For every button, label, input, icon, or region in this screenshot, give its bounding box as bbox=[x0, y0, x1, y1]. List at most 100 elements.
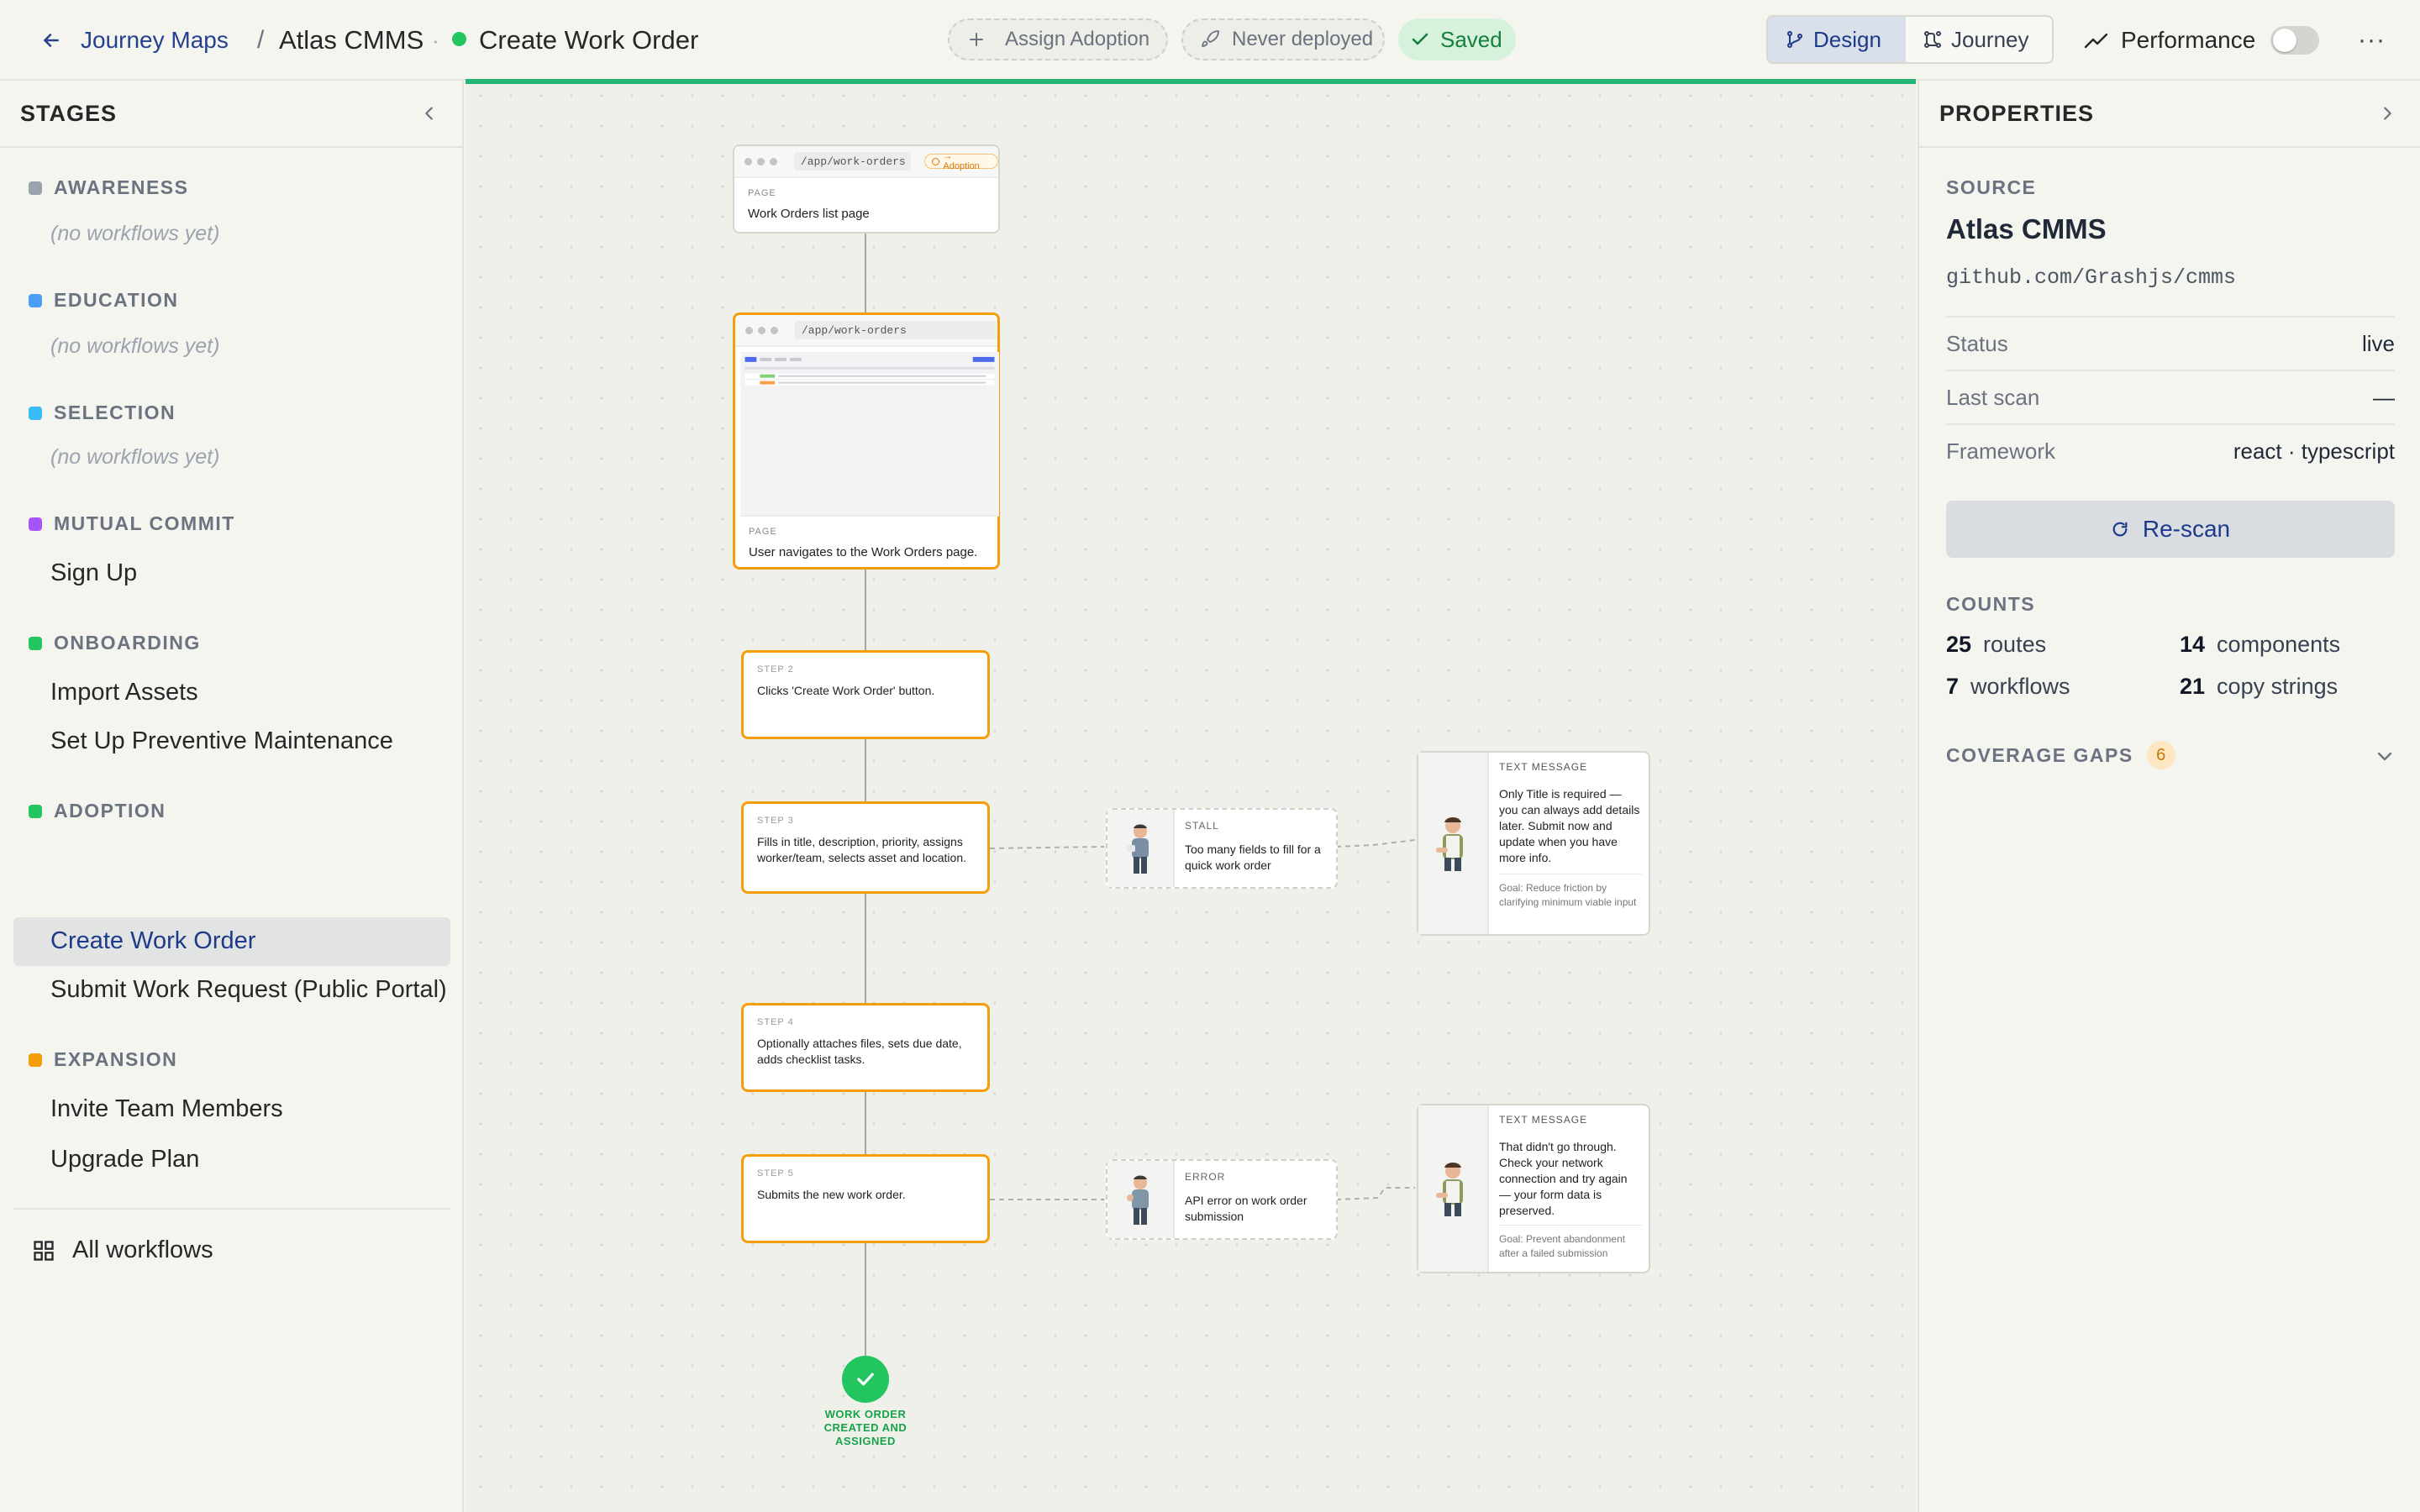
chevron-left-icon[interactable] bbox=[420, 104, 439, 123]
journey-icon bbox=[1924, 31, 1941, 48]
page-node[interactable]: /app/work-orders → Adoption PAGE Work Or… bbox=[733, 144, 1000, 234]
top-bar: Journey Maps / Atlas CMMS · Create Work … bbox=[0, 0, 2420, 81]
step-node[interactable]: STEP 4 Optionally attaches files, sets d… bbox=[741, 1003, 990, 1092]
count-value: 14 bbox=[2180, 632, 2206, 657]
workflow-create-work-order[interactable]: Create Work Order bbox=[50, 927, 255, 955]
page-node-selected[interactable]: /app/work-orders PAGE User navigates to … bbox=[733, 312, 1000, 570]
step-text: Submits the new work order. bbox=[757, 1188, 906, 1201]
tab-design[interactable]: Design bbox=[1768, 17, 1906, 62]
event-text: API error on work order submission bbox=[1185, 1194, 1307, 1223]
stall-event-node[interactable]: STALL Too many fields to fill for a quic… bbox=[1106, 808, 1338, 889]
saved-badge: Saved bbox=[1398, 18, 1516, 60]
text-message-node[interactable]: TEXT MESSAGE Only Title is required — yo… bbox=[1417, 751, 1650, 936]
chevron-right-icon[interactable] bbox=[2378, 104, 2396, 123]
performance-toggle-label: Performance bbox=[2084, 22, 2255, 59]
tab-design-label: Design bbox=[1813, 26, 1881, 52]
plus-icon bbox=[970, 33, 983, 46]
chevron-down-icon[interactable] bbox=[2375, 746, 2395, 766]
source-name: Atlas CMMS bbox=[1946, 213, 2107, 244]
window-dot-icon bbox=[744, 157, 752, 165]
page-url: /app/work-orders bbox=[795, 321, 997, 339]
stage-onboarding: ONBOARDING bbox=[29, 632, 201, 654]
stage-label: EDUCATION bbox=[54, 289, 179, 311]
breadcrumb-app-name[interactable]: Atlas CMMS bbox=[279, 22, 424, 59]
all-workflows-label: All workflows bbox=[72, 1236, 213, 1263]
property-row-status: Status live bbox=[1946, 316, 2395, 370]
person-avatar bbox=[1107, 810, 1175, 887]
back-link-label: Journey Maps bbox=[81, 27, 229, 53]
back-to-journey-maps-link[interactable]: Journey Maps bbox=[40, 22, 229, 59]
counts-heading: COUNTS bbox=[1946, 593, 2036, 615]
tab-journey[interactable]: Journey bbox=[1906, 17, 2046, 62]
step-label: STEP 2 bbox=[757, 664, 794, 675]
coverage-gaps-count: 6 bbox=[2146, 741, 2175, 769]
check-icon bbox=[857, 1373, 874, 1386]
flow-connectors bbox=[865, 234, 1416, 1356]
text-message-node[interactable]: TEXT MESSAGE That didn't go through. Che… bbox=[1417, 1104, 1650, 1273]
message-type-label: TEXT MESSAGE bbox=[1499, 761, 1588, 773]
end-node[interactable] bbox=[842, 1356, 889, 1403]
more-options-button[interactable]: ··· bbox=[2358, 22, 2386, 59]
breadcrumb-dot-separator: · bbox=[432, 27, 439, 53]
coverage-gaps-toggle[interactable]: COVERAGE GAPS 6 bbox=[1946, 741, 2175, 769]
source-url[interactable]: github.com/Grashjs/cmms bbox=[1946, 265, 2236, 290]
coverage-gaps-label: COVERAGE GAPS bbox=[1946, 743, 2133, 766]
view-mode-switch: Design Journey bbox=[1766, 15, 2054, 64]
confused-person-icon bbox=[1127, 824, 1149, 874]
event-text: Too many fields to fill for a quick work… bbox=[1185, 843, 1321, 872]
stage-label: MUTUAL COMMIT bbox=[54, 512, 235, 534]
journey-canvas[interactable]: /app/work-orders → Adoption PAGE Work Or… bbox=[466, 81, 1916, 1512]
node-text: Work Orders list page bbox=[748, 207, 870, 221]
count-value: 25 bbox=[1946, 632, 1972, 657]
step-node[interactable]: STEP 2 Clicks 'Create Work Order' button… bbox=[741, 650, 990, 739]
workflow-set-up-preventive-maintenance[interactable]: Set Up Preventive Maintenance bbox=[50, 727, 393, 755]
node-type-label: PAGE bbox=[748, 188, 776, 198]
message-text: That didn't go through. Check your netwo… bbox=[1499, 1140, 1628, 1217]
stage-color-dot bbox=[29, 517, 42, 531]
step-node[interactable]: STEP 5 Submits the new work order. bbox=[741, 1154, 990, 1243]
node-text: User navigates to the Work Orders page. bbox=[749, 545, 978, 559]
deploy-status-button[interactable]: Never deployed bbox=[1181, 18, 1385, 60]
event-type-label: ERROR bbox=[1185, 1171, 1226, 1183]
workflow-upgrade-plan[interactable]: Upgrade Plan bbox=[50, 1146, 199, 1173]
grid-icon bbox=[34, 1240, 54, 1261]
step-label: STEP 5 bbox=[757, 1168, 794, 1179]
all-workflows-link[interactable]: All workflows bbox=[32, 1236, 213, 1264]
stage-adoption: ADOPTION bbox=[29, 800, 166, 822]
count-label: routes bbox=[1983, 632, 2047, 657]
workflow-sign-up[interactable]: Sign Up bbox=[50, 559, 137, 587]
window-dot-icon bbox=[771, 326, 778, 334]
stage-link-badge[interactable]: → Adoption bbox=[924, 151, 999, 171]
error-event-node[interactable]: ERROR API error on work order submission bbox=[1106, 1159, 1338, 1240]
message-text: Only Title is required — you can always … bbox=[1499, 787, 1640, 864]
performance-toggle[interactable] bbox=[2270, 26, 2319, 55]
stage-empty-text: (no workflows yet) bbox=[50, 222, 220, 245]
message-goal: Goal: Reduce friction by clarifying mini… bbox=[1499, 874, 1642, 910]
node-type-label: PAGE bbox=[749, 527, 777, 537]
workflow-invite-team-members[interactable]: Invite Team Members bbox=[50, 1095, 283, 1123]
performance-label: Performance bbox=[2121, 27, 2256, 53]
workflow-status-dot bbox=[452, 32, 466, 46]
property-value: — bbox=[2373, 384, 2395, 410]
workflow-submit-work-request[interactable]: Submit Work Request (Public Portal) bbox=[50, 976, 447, 1004]
page-title: Create Work Order bbox=[479, 25, 699, 55]
stage-empty-text: (no workflows yet) bbox=[50, 445, 220, 469]
step-node[interactable]: STEP 3 Fills in title, description, prio… bbox=[741, 801, 990, 894]
count-label: copy strings bbox=[2217, 674, 2338, 699]
properties-title: PROPERTIES bbox=[1939, 100, 2095, 126]
workflow-import-assets[interactable]: Import Assets bbox=[50, 679, 198, 706]
properties-panel: PROPERTIES SOURCE Atlas CMMS github.com/… bbox=[1918, 81, 2420, 1512]
window-dot-icon bbox=[769, 157, 777, 165]
frustrated-person-icon bbox=[1127, 1175, 1149, 1225]
assign-adoption-button[interactable]: Assign Adoption bbox=[948, 18, 1168, 60]
stages-sidebar: STAGES AWARENESS (no workflows yet) EDUC… bbox=[0, 81, 464, 1512]
step-text: Fills in title, description, priority, a… bbox=[757, 835, 967, 864]
badge-label: → Adoption bbox=[943, 151, 980, 171]
page-url: /app/work-orders bbox=[793, 152, 912, 171]
stage-color-dot bbox=[29, 406, 42, 420]
rescan-button[interactable]: Re-scan bbox=[1946, 501, 2395, 558]
window-dot-icon bbox=[758, 326, 765, 334]
stage-label: SELECTION bbox=[54, 402, 176, 423]
count-label: components bbox=[2217, 632, 2341, 657]
count-workflows: 7 workflows bbox=[1946, 674, 2070, 700]
